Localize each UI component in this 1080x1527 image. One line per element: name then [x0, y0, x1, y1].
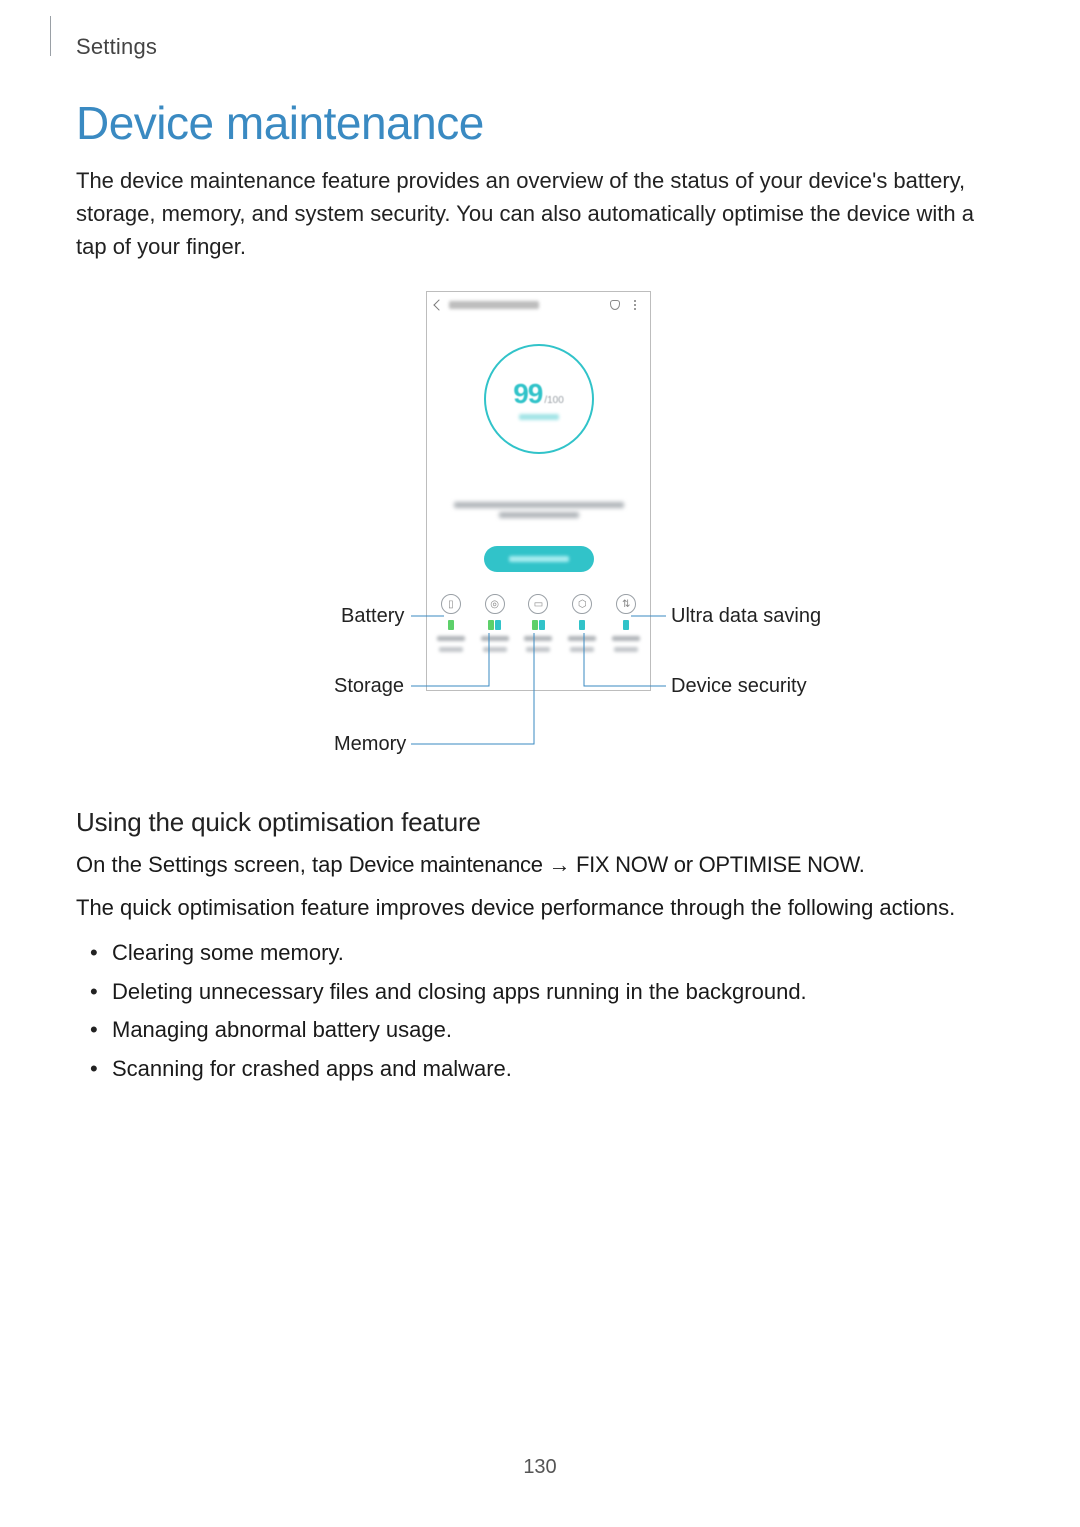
more-icon	[634, 300, 636, 310]
instruction-pre: On the Settings screen, tap	[76, 852, 349, 877]
instruction-nav-path: Device maintenance → FIX NOW or OPTIMISE…	[349, 852, 865, 877]
memory-category-icon: ▭	[518, 594, 558, 652]
list-item: Managing abnormal battery usage.	[112, 1011, 1004, 1050]
back-icon	[433, 299, 444, 310]
score-ring: 99 /100	[484, 344, 594, 454]
score-denominator: /100	[544, 395, 563, 406]
optimise-button	[484, 546, 594, 572]
category-icons-row: ▯ ◎ ▭ ⬡	[427, 594, 650, 674]
breadcrumb: Settings	[76, 34, 157, 60]
list-item: Clearing some memory.	[112, 934, 1004, 973]
screen-title-blur	[449, 301, 539, 309]
figure: 99 /100 ▯ ◎	[76, 291, 1004, 771]
callout-device-security: Device security	[671, 675, 807, 698]
score-subtext-blur	[519, 414, 559, 420]
score-number: 99	[513, 378, 542, 410]
status-line-blur	[454, 502, 624, 508]
battery-category-icon: ▯	[431, 594, 471, 652]
header-rule	[50, 16, 51, 56]
storage-category-icon: ◎	[475, 594, 515, 652]
security-category-icon: ⬡	[562, 594, 602, 652]
callout-battery: Battery	[341, 605, 404, 628]
callout-storage: Storage	[334, 675, 404, 698]
instruction-line-2: The quick optimisation feature improves …	[76, 891, 1004, 924]
ultra-data-category-icon: ⇅	[606, 594, 646, 652]
section-heading: Using the quick optimisation feature	[76, 807, 1004, 838]
callout-ultra-data: Ultra data saving	[671, 605, 821, 628]
page-title: Device maintenance	[76, 96, 1004, 150]
bell-icon	[610, 300, 620, 310]
callout-memory: Memory	[334, 733, 406, 756]
intro-paragraph: The device maintenance feature provides …	[76, 164, 1004, 263]
page-number: 130	[0, 1456, 1080, 1479]
instruction-line-1: On the Settings screen, tap Device maint…	[76, 848, 1004, 881]
status-line-blur	[499, 512, 579, 518]
list-item: Deleting unnecessary files and closing a…	[112, 973, 1004, 1012]
bullet-list: Clearing some memory. Deleting unnecessa…	[76, 934, 1004, 1088]
phone-screenshot: 99 /100 ▯ ◎	[426, 291, 651, 691]
list-item: Scanning for crashed apps and malware.	[112, 1050, 1004, 1089]
